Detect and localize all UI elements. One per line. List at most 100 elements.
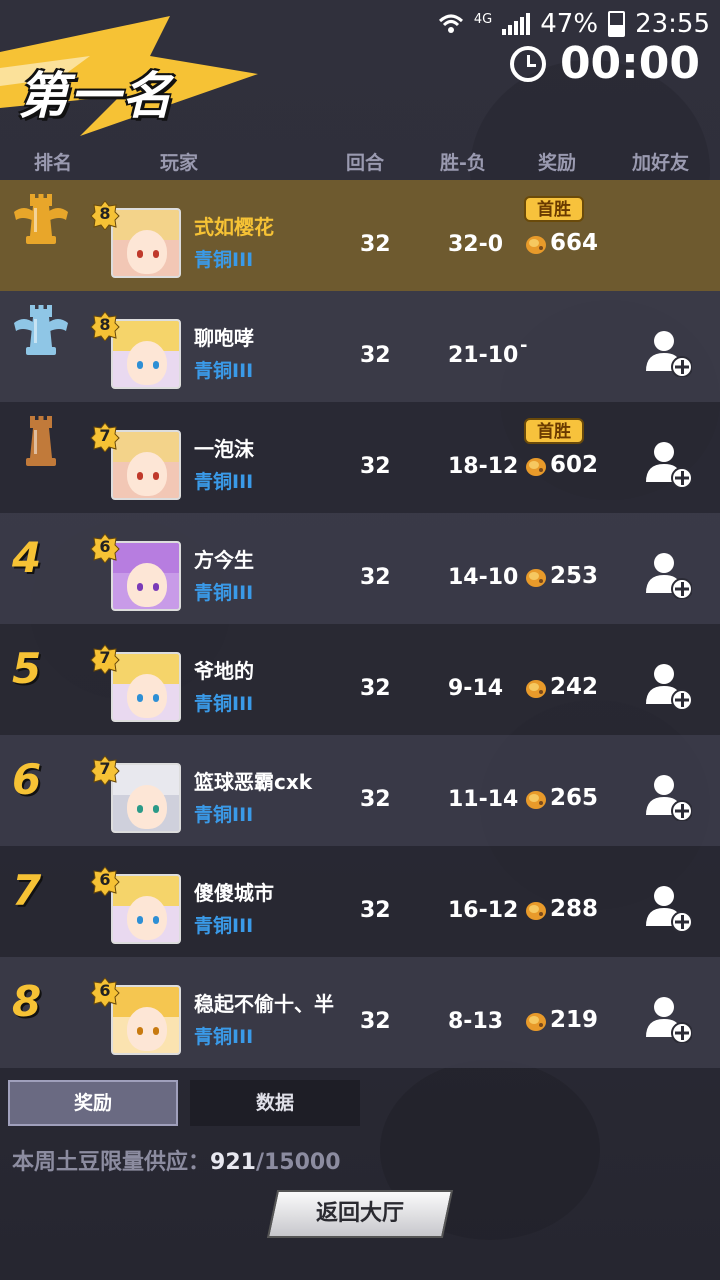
first-win-badge: 首胜 — [524, 418, 584, 444]
add-friend-icon[interactable] — [644, 549, 692, 599]
clock-icon — [509, 45, 546, 82]
reward-value: - — [520, 335, 528, 356]
rounds-value: 32 — [360, 565, 391, 590]
player-tier: 青铜III — [194, 249, 254, 271]
header-reward: 奖励 — [538, 152, 577, 174]
win-loss-value: 32-0 — [448, 232, 504, 257]
header-player: 玩家 — [160, 152, 199, 174]
rook-medal-icon — [14, 305, 68, 355]
player-avatar[interactable] — [111, 763, 181, 833]
reward-value: 602 — [550, 452, 599, 478]
placement-banner: 第一名 — [0, 16, 260, 136]
rook-medal-icon — [26, 416, 56, 466]
reward-value: 253 — [550, 563, 599, 589]
player-avatar[interactable] — [111, 208, 181, 278]
reward-value: 242 — [550, 674, 599, 700]
ranking-row: 6 7 篮球恶霸cxk 青铜III 32 11-14 265 — [0, 735, 720, 846]
reward-value: 664 — [550, 230, 599, 256]
player-tier: 青铜III — [194, 471, 254, 493]
ranking-row: 8 6 稳起不偷十、半 青铜III 32 8-13 219 — [0, 957, 720, 1068]
clock-time: 23:55 — [635, 9, 710, 39]
player-name: 爷地的 — [194, 659, 254, 683]
win-loss-value: 8-13 — [448, 1009, 504, 1034]
header-rounds: 回合 — [346, 152, 385, 174]
player-avatar[interactable] — [111, 541, 181, 611]
player-name: 方今生 — [194, 548, 254, 572]
supply-total: /15000 — [255, 1150, 341, 1175]
add-friend-icon[interactable] — [644, 660, 692, 710]
rounds-value: 32 — [360, 898, 391, 923]
player-tier: 青铜III — [194, 360, 254, 382]
rounds-value: 32 — [360, 1009, 391, 1034]
player-level: 6 — [99, 981, 111, 1000]
player-tier: 青铜III — [194, 915, 254, 937]
ranking-list: 1 8 式如樱花 青铜III 32 32-0 首胜 664 2 — [0, 180, 720, 1068]
reward-value: 265 — [550, 785, 599, 811]
add-friend-icon[interactable] — [644, 327, 692, 377]
ranking-row: 3 7 一泡沫 青铜III 32 18-12 首胜 602 — [0, 402, 720, 513]
rook-medal-icon — [14, 194, 68, 244]
return-lobby-label: 返回大厅 — [315, 1201, 404, 1226]
player-level: 7 — [99, 648, 111, 667]
player-avatar[interactable] — [111, 652, 181, 722]
header-add-friend: 加好友 — [632, 152, 690, 174]
player-name: 聊咆哮 — [194, 326, 254, 350]
player-avatar[interactable] — [111, 319, 181, 389]
player-level: 8 — [99, 315, 111, 334]
win-loss-value: 11-14 — [448, 787, 519, 812]
win-loss-value: 14-10 — [448, 565, 519, 590]
player-name: 傻傻城市 — [194, 881, 274, 905]
potato-coin-icon — [526, 1013, 546, 1031]
rank-number: 5 — [12, 644, 42, 693]
player-name: 式如樱花 — [194, 215, 274, 239]
win-loss-value: 16-12 — [448, 898, 519, 923]
ranking-row: 7 6 傻傻城市 青铜III 32 16-12 288 — [0, 846, 720, 957]
player-level: 6 — [99, 537, 111, 556]
win-loss-value: 9-14 — [448, 676, 504, 701]
rounds-value: 32 — [360, 343, 391, 368]
player-level: 8 — [99, 204, 111, 223]
ranking-row: 5 7 爷地的 青铜III 32 9-14 242 — [0, 624, 720, 735]
player-avatar[interactable] — [111, 430, 181, 500]
player-avatar[interactable] — [111, 985, 181, 1055]
player-tier: 青铜III — [194, 1026, 254, 1048]
header-rank: 排名 — [34, 152, 73, 174]
tab-data[interactable]: 数据 — [190, 1080, 360, 1126]
rounds-value: 32 — [360, 787, 391, 812]
ranking-row: 2 8 聊咆哮 青铜III 32 21-10 - — [0, 291, 720, 402]
potato-coin-icon — [526, 902, 546, 920]
add-friend-icon[interactable] — [644, 438, 692, 488]
timer-value: 00:00 — [559, 38, 700, 89]
player-level: 7 — [99, 759, 111, 778]
rank-number: 4 — [12, 533, 42, 582]
potato-coin-icon — [526, 680, 546, 698]
add-friend-icon[interactable] — [644, 882, 692, 932]
player-name: 稳起不偷十、半 — [194, 992, 334, 1016]
rounds-value: 32 — [360, 676, 391, 701]
player-tier: 青铜III — [194, 804, 254, 826]
weekly-supply: 本周土豆限量供应：921/15000 — [12, 1144, 341, 1176]
player-level: 7 — [99, 426, 111, 445]
player-avatar[interactable] — [111, 874, 181, 944]
player-level: 6 — [99, 870, 111, 889]
potato-coin-icon — [526, 236, 546, 254]
placement-title: 第一名 — [18, 67, 174, 125]
signal-icon — [502, 13, 531, 35]
battery-percent: 47% — [540, 9, 599, 39]
ranking-row: 4 6 方今生 青铜III 32 14-10 253 — [0, 513, 720, 624]
player-tier: 青铜III — [194, 582, 254, 604]
ranking-row: 1 8 式如樱花 青铜III 32 32-0 首胜 664 — [0, 180, 720, 291]
player-name: 篮球恶霸cxk — [194, 770, 313, 794]
win-loss-value: 21-10 — [448, 343, 519, 368]
reward-value: 288 — [550, 896, 599, 922]
return-lobby-button[interactable]: 返回大厅 — [266, 1190, 454, 1238]
network-type: 4G — [473, 11, 493, 27]
first-win-badge: 首胜 — [524, 196, 584, 222]
tab-reward[interactable]: 奖励 — [8, 1080, 178, 1126]
add-friend-icon[interactable] — [644, 993, 692, 1043]
player-name: 一泡沫 — [194, 437, 254, 461]
add-friend-icon[interactable] — [644, 771, 692, 821]
table-header: 排名 玩家 回合 胜-负 奖励 加好友 — [0, 148, 720, 178]
rounds-value: 32 — [360, 454, 391, 479]
rounds-value: 32 — [360, 232, 391, 257]
